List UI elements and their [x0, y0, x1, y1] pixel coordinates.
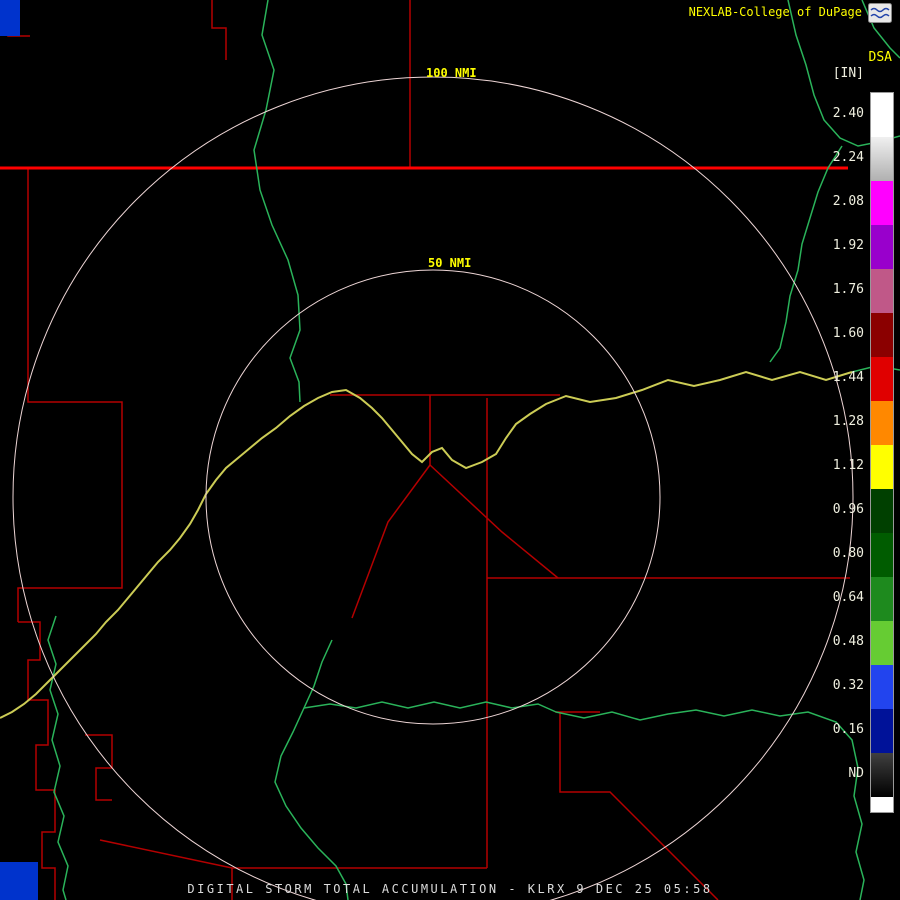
radar-display: NEXLAB-College of DuPage DSA [IN] 2.40 2.… — [0, 0, 900, 900]
units-label: [IN] — [832, 66, 864, 81]
outer-ring-label: 100 NMI — [426, 66, 477, 80]
legend-color-swatch — [871, 621, 893, 665]
legend-color-swatch — [871, 269, 893, 313]
legend-color-swatch — [871, 137, 893, 181]
legend-color-swatch — [871, 313, 893, 357]
product-title: DIGITAL STORM TOTAL ACCUMULATION - KLRX … — [187, 882, 713, 896]
legend-color-swatch — [871, 753, 893, 797]
legend-color-swatch — [871, 533, 893, 577]
legend-tick-label: 0.96 — [832, 502, 864, 517]
river-highlight — [0, 370, 853, 719]
legend-tick-label: 1.60 — [832, 326, 864, 341]
legend-color-swatch — [871, 357, 893, 401]
range-rings — [12, 76, 854, 900]
legend-color-swatch — [871, 445, 893, 489]
legend-tick-label: 1.44 — [832, 370, 864, 385]
county-boundaries — [7, 0, 850, 900]
cod-logo-icon — [868, 3, 892, 23]
legend-tick-label: 0.64 — [832, 590, 864, 605]
brand-title: NEXLAB-College of DuPage — [688, 5, 862, 19]
legend-tick-label: 1.28 — [832, 414, 864, 429]
legend-color-swatch — [871, 577, 893, 621]
legend-tick-label: ND — [848, 766, 864, 781]
rivers — [47, 0, 900, 900]
legend-color-swatch — [871, 709, 893, 753]
radar-map — [0, 0, 900, 900]
top-left-block — [0, 0, 20, 36]
legend-tick-label: 0.16 — [832, 722, 864, 737]
legend-tick-label: 0.80 — [832, 546, 864, 561]
legend-tick-label: 2.40 — [832, 106, 864, 121]
legend-color-swatch — [871, 181, 893, 225]
legend-tick-label: 0.32 — [832, 678, 864, 693]
legend-tick-label: 0.48 — [832, 634, 864, 649]
legend-tick-label: 2.24 — [832, 150, 864, 165]
legend-tick-label: 1.92 — [832, 238, 864, 253]
legend-end-block — [871, 797, 893, 812]
legend-labels: 2.40 2.24 2.08 1.92 1.76 1.60 1.44 1.28 1.12 0.96… — [810, 92, 864, 796]
legend-color-swatch — [871, 489, 893, 533]
product-code-label: DSA — [868, 50, 892, 65]
inner-ring-label: 50 NMI — [428, 256, 472, 270]
legend-color-swatch — [871, 665, 893, 709]
legend-tick-label: 2.08 — [832, 194, 864, 209]
color-scale-bar — [870, 92, 894, 813]
legend-color-swatch — [871, 225, 893, 269]
legend-tick-label: 1.12 — [832, 458, 864, 473]
legend-tick-label: 1.76 — [832, 282, 864, 297]
legend-color-swatch — [871, 401, 893, 445]
legend-color-swatch — [871, 93, 893, 137]
